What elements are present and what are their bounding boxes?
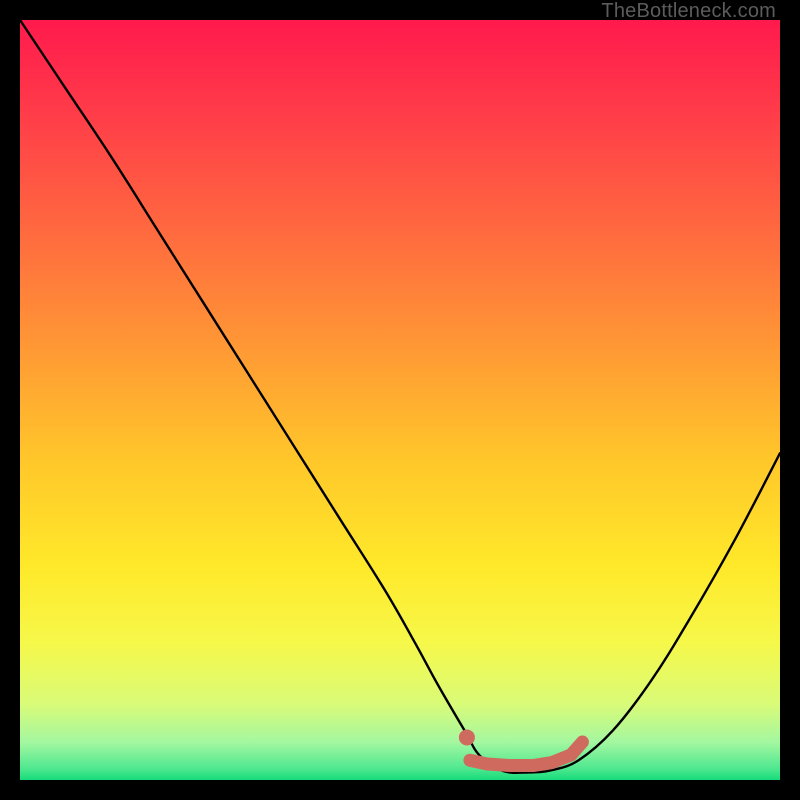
optimal-anchor-dot	[459, 729, 475, 745]
bottleneck-curve	[20, 20, 780, 773]
optimal-range-stroke	[470, 742, 582, 766]
plot-area	[20, 20, 780, 780]
curve-layer	[20, 20, 780, 780]
chart-stage: TheBottleneck.com	[0, 0, 800, 800]
watermark-text: TheBottleneck.com	[601, 0, 776, 23]
